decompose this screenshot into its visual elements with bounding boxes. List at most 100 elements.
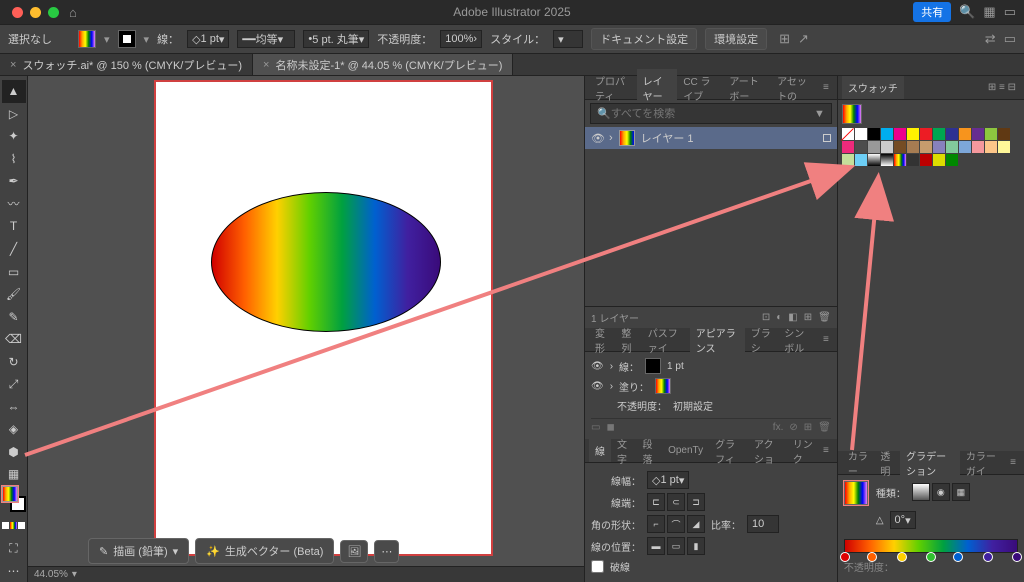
swatch[interactable] — [868, 128, 880, 140]
cap-butt[interactable]: ⊏ — [647, 493, 665, 511]
swatch[interactable] — [985, 128, 997, 140]
swatch-none[interactable] — [842, 128, 854, 140]
gradient-stop[interactable] — [1012, 552, 1022, 562]
swatch[interactable] — [946, 154, 958, 166]
visibility-icon[interactable]: 👁 — [591, 132, 603, 145]
ratio-input[interactable] — [747, 515, 779, 533]
rect-tool[interactable]: ▭ — [2, 260, 26, 283]
swatch[interactable] — [868, 141, 880, 153]
fill-swatch[interactable] — [655, 378, 671, 394]
active-swatch[interactable] — [842, 104, 862, 124]
linear-icon[interactable] — [912, 483, 930, 501]
free-transform-tool[interactable]: ◈ — [2, 418, 26, 441]
swatch[interactable] — [894, 128, 906, 140]
target-icon[interactable] — [823, 134, 831, 142]
align-outside[interactable]: ▮ — [687, 537, 705, 555]
draw-mode-button[interactable]: ✎ 描画 (鉛筆) ▾ — [88, 538, 189, 564]
curvature-tool[interactable]: 〰 — [2, 193, 26, 216]
width-tool[interactable]: ⇔ — [2, 395, 26, 418]
cap-square[interactable]: ⊐ — [687, 493, 705, 511]
stroke-swatch[interactable] — [118, 30, 136, 48]
swatch[interactable] — [907, 141, 919, 153]
gradient-stop[interactable] — [840, 552, 850, 562]
shape-builder-tool[interactable]: ⬢ — [2, 441, 26, 464]
screen-mode[interactable]: ⛶ — [2, 537, 26, 560]
stroke-profile[interactable]: ━━ 均等 ▾ — [237, 30, 295, 48]
close-window[interactable] — [12, 7, 23, 18]
doc-tab-1[interactable]: × スウォッチ.ai* @ 150 % (CMYK/プレビュー) — [0, 54, 253, 75]
radial-icon[interactable]: ◉ — [932, 483, 950, 501]
ellipse-shape[interactable] — [211, 192, 441, 332]
swatch-gradient[interactable] — [894, 154, 906, 166]
close-icon[interactable]: × — [10, 59, 16, 71]
brush-tool[interactable]: 🖌 — [2, 283, 26, 306]
brush-select[interactable]: • 5 pt. 丸筆 ▾ — [303, 30, 369, 48]
opacity-input[interactable]: 100% › — [440, 30, 482, 48]
selection-tool[interactable]: ▲ — [2, 80, 26, 103]
scale-tool[interactable]: ⤢ — [2, 373, 26, 396]
doc-setup-button[interactable]: ドキュメント設定 — [591, 28, 697, 50]
layer-search[interactable]: 🔍 ▼ — [590, 103, 832, 124]
delete-icon[interactable]: 🗑 — [818, 422, 831, 433]
artboard[interactable] — [156, 82, 491, 554]
tab-swatches[interactable]: スウォッチ — [842, 76, 904, 99]
swatch[interactable] — [933, 141, 945, 153]
layer-row[interactable]: 👁 › レイヤー 1 — [585, 127, 837, 149]
eye-icon[interactable]: 👁 — [591, 361, 604, 372]
search-icon[interactable]: 🔍 — [959, 4, 975, 20]
tab-artboards[interactable]: アートボー — [723, 69, 771, 107]
swatch[interactable] — [998, 141, 1010, 153]
delete-icon[interactable]: 🗑 — [818, 312, 831, 323]
collapse-icon[interactable]: ▭ — [1004, 31, 1016, 47]
more-icon[interactable]: ⋯ — [374, 540, 399, 563]
transform-icon[interactable]: ↗ — [798, 31, 809, 47]
stroke-swatch[interactable] — [645, 358, 661, 374]
swatch[interactable] — [855, 141, 867, 153]
panel-menu-icon[interactable]: ≡ — [819, 445, 833, 456]
swatch[interactable] — [985, 141, 997, 153]
swatch[interactable] — [946, 141, 958, 153]
arrange-icon[interactable]: ▦ — [983, 4, 995, 20]
tab-opentype[interactable]: OpenTy — [662, 441, 709, 460]
stroke-weight-input[interactable]: ◇ 1 pt ▾ — [187, 30, 229, 48]
stroke-value[interactable]: 1 pt — [667, 361, 684, 372]
search-input[interactable] — [611, 108, 814, 120]
swatch[interactable] — [855, 154, 867, 166]
workspace-icon[interactable]: ▭ — [1004, 4, 1016, 20]
prefs-button[interactable]: 環境設定 — [705, 28, 767, 50]
wand-tool[interactable]: ✦ — [2, 125, 26, 148]
swatch[interactable] — [933, 128, 945, 140]
gradient-stop[interactable] — [953, 552, 963, 562]
swatch[interactable] — [907, 154, 919, 166]
join-round[interactable]: ⌒ — [667, 515, 685, 533]
tab-layers[interactable]: レイヤー — [637, 69, 678, 107]
color-picker[interactable] — [2, 486, 26, 512]
panel-menu-icon[interactable]: ≡ — [819, 82, 833, 93]
zoom-level[interactable]: 44.05% — [34, 569, 68, 580]
gradient-stop[interactable] — [867, 552, 877, 562]
minimize-window[interactable] — [30, 7, 41, 18]
cap-round[interactable]: ⊂ — [667, 493, 685, 511]
dashed-checkbox[interactable] — [591, 560, 604, 573]
layer-name[interactable]: レイヤー 1 — [641, 130, 694, 146]
swatch[interactable] — [959, 141, 971, 153]
swatch[interactable] — [920, 141, 932, 153]
style-select[interactable]: ▾ — [553, 30, 583, 48]
maximize-window[interactable] — [48, 7, 59, 18]
fill-color[interactable] — [2, 486, 18, 502]
lasso-tool[interactable]: ⌇ — [2, 148, 26, 171]
swatch[interactable] — [933, 154, 945, 166]
tab-properties[interactable]: プロパティ — [589, 69, 637, 107]
swatch[interactable] — [959, 128, 971, 140]
image-icon[interactable]: 🖼 — [340, 540, 368, 563]
panel-menu-icon[interactable]: ⊞ ≡ ⊟ — [984, 82, 1020, 93]
swatch[interactable] — [920, 154, 932, 166]
gradient-stop[interactable] — [983, 552, 993, 562]
join-miter[interactable]: ⌐ — [647, 515, 665, 533]
add-stroke-icon[interactable]: ▭ — [591, 422, 600, 433]
swatch[interactable] — [881, 128, 893, 140]
type-tool[interactable]: T — [2, 215, 26, 238]
tab-stroke[interactable]: 線 — [589, 439, 611, 462]
align-inside[interactable]: ▭ — [667, 537, 685, 555]
color-mode-none[interactable] — [18, 522, 25, 529]
